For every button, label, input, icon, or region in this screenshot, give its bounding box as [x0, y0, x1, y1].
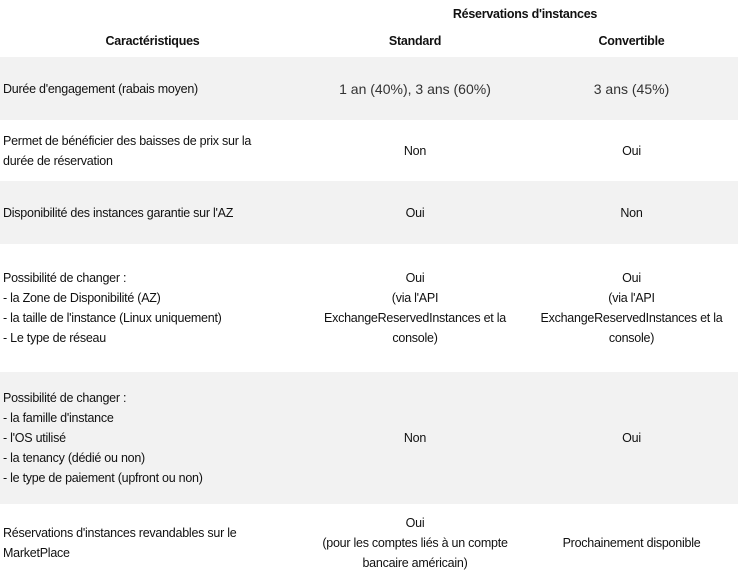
table-row: Permet de bénéficier des baisses de prix…	[0, 120, 738, 181]
feature-line: Disponibilité des instances garantie sur…	[3, 205, 234, 220]
feature-line: Possibilité de changer :	[3, 271, 127, 285]
convertible-cell: Oui (via l'API ExchangeReservedInstances…	[525, 268, 738, 348]
feature-line: MarketPlace	[3, 545, 70, 560]
standard-line: Oui	[405, 515, 425, 530]
feature-line: - la tenancy (dédié ou non)	[3, 451, 145, 465]
column-header-convertible: Convertible	[598, 34, 665, 48]
standard-line: Oui	[405, 271, 425, 285]
convertible-line: console)	[608, 331, 655, 345]
standard-line: bancaire américain)	[362, 555, 468, 570]
convertible-line: ExchangeReservedInstances et la	[540, 311, 723, 325]
convertible-cell: Non	[525, 203, 738, 223]
column-header-features: Caractéristiques	[105, 34, 200, 48]
feature-cell: Réservations d'instances revandables sur…	[0, 523, 305, 563]
feature-cell: Durée d'engagement (rabais moyen)	[0, 79, 305, 99]
standard-line: Oui	[405, 205, 425, 220]
convertible-cell: Oui	[525, 141, 738, 161]
convertible-line: Oui	[622, 271, 641, 285]
feature-line: - la taille de l'instance (Linux uniquem…	[3, 311, 222, 325]
column-header-standard: Standard	[388, 34, 442, 48]
standard-cell: Oui	[305, 203, 525, 223]
feature-line: - Le type de réseau	[3, 331, 106, 345]
convertible-cell: 3 ans (45%)	[525, 79, 738, 99]
convertible-line: (via l'API	[608, 291, 655, 305]
table-row: Réservations d'instances revandables sur…	[0, 504, 738, 581]
comparison-table: Réservations d'instances Caractéristique…	[0, 0, 738, 581]
standard-line: (via l'API	[391, 291, 439, 305]
standard-cell: 1 an (40%), 3 ans (60%)	[305, 79, 525, 99]
standard-line: Non	[403, 143, 427, 158]
convertible-line: Prochainement disponible	[562, 535, 701, 550]
table-row: Durée d'engagement (rabais moyen) 1 an (…	[0, 57, 738, 120]
feature-line: Réservations d'instances revandables sur…	[3, 525, 237, 540]
feature-line: Durée d'engagement (rabais moyen)	[3, 81, 198, 96]
table-row: Possibilité de changer : - la Zone de Di…	[0, 244, 738, 372]
feature-line: - l'OS utilisé	[3, 431, 66, 445]
feature-line: - la Zone de Disponibilité (AZ)	[3, 291, 161, 305]
standard-line: Non	[403, 431, 427, 445]
standard-line: console)	[392, 331, 438, 345]
convertible-line: Non	[620, 205, 643, 220]
table-row: Possibilité de changer : - la famille d'…	[0, 372, 738, 504]
feature-line: Possibilité de changer :	[3, 391, 127, 405]
convertible-cell: Oui	[525, 428, 738, 448]
column-header-row: Caractéristiques Standard Convertible	[0, 30, 738, 52]
feature-cell: Possibilité de changer : - la Zone de Di…	[0, 268, 305, 348]
feature-cell: Disponibilité des instances garantie sur…	[0, 203, 305, 223]
feature-line: - la famille d'instance	[3, 411, 114, 425]
standard-cell: Non	[305, 141, 525, 161]
feature-line: - le type de paiement (upfront ou non)	[3, 471, 203, 485]
table-row: Disponibilité des instances garantie sur…	[0, 181, 738, 244]
feature-line: durée de réservation	[3, 153, 113, 168]
standard-line: ExchangeReservedInstances et la	[324, 311, 506, 325]
convertible-line: 3 ans (45%)	[593, 80, 670, 97]
standard-cell: Oui (via l'API ExchangeReservedInstances…	[305, 268, 525, 348]
standard-line: (pour les comptes liés à un compte	[322, 535, 508, 550]
convertible-cell: Prochainement disponible	[525, 533, 738, 553]
feature-line: Permet de bénéficier des baisses de prix…	[3, 133, 252, 148]
standard-line: 1 an (40%), 3 ans (60%)	[339, 80, 491, 97]
standard-cell: Oui (pour les comptes liés à un compte b…	[305, 513, 525, 573]
feature-cell: Permet de bénéficier des baisses de prix…	[0, 131, 305, 171]
group-header-reservations: Réservations d'instances	[452, 7, 598, 21]
convertible-line: Oui	[622, 431, 641, 445]
convertible-line: Oui	[622, 143, 641, 158]
feature-cell: Possibilité de changer : - la famille d'…	[0, 388, 305, 488]
standard-cell: Non	[305, 428, 525, 448]
